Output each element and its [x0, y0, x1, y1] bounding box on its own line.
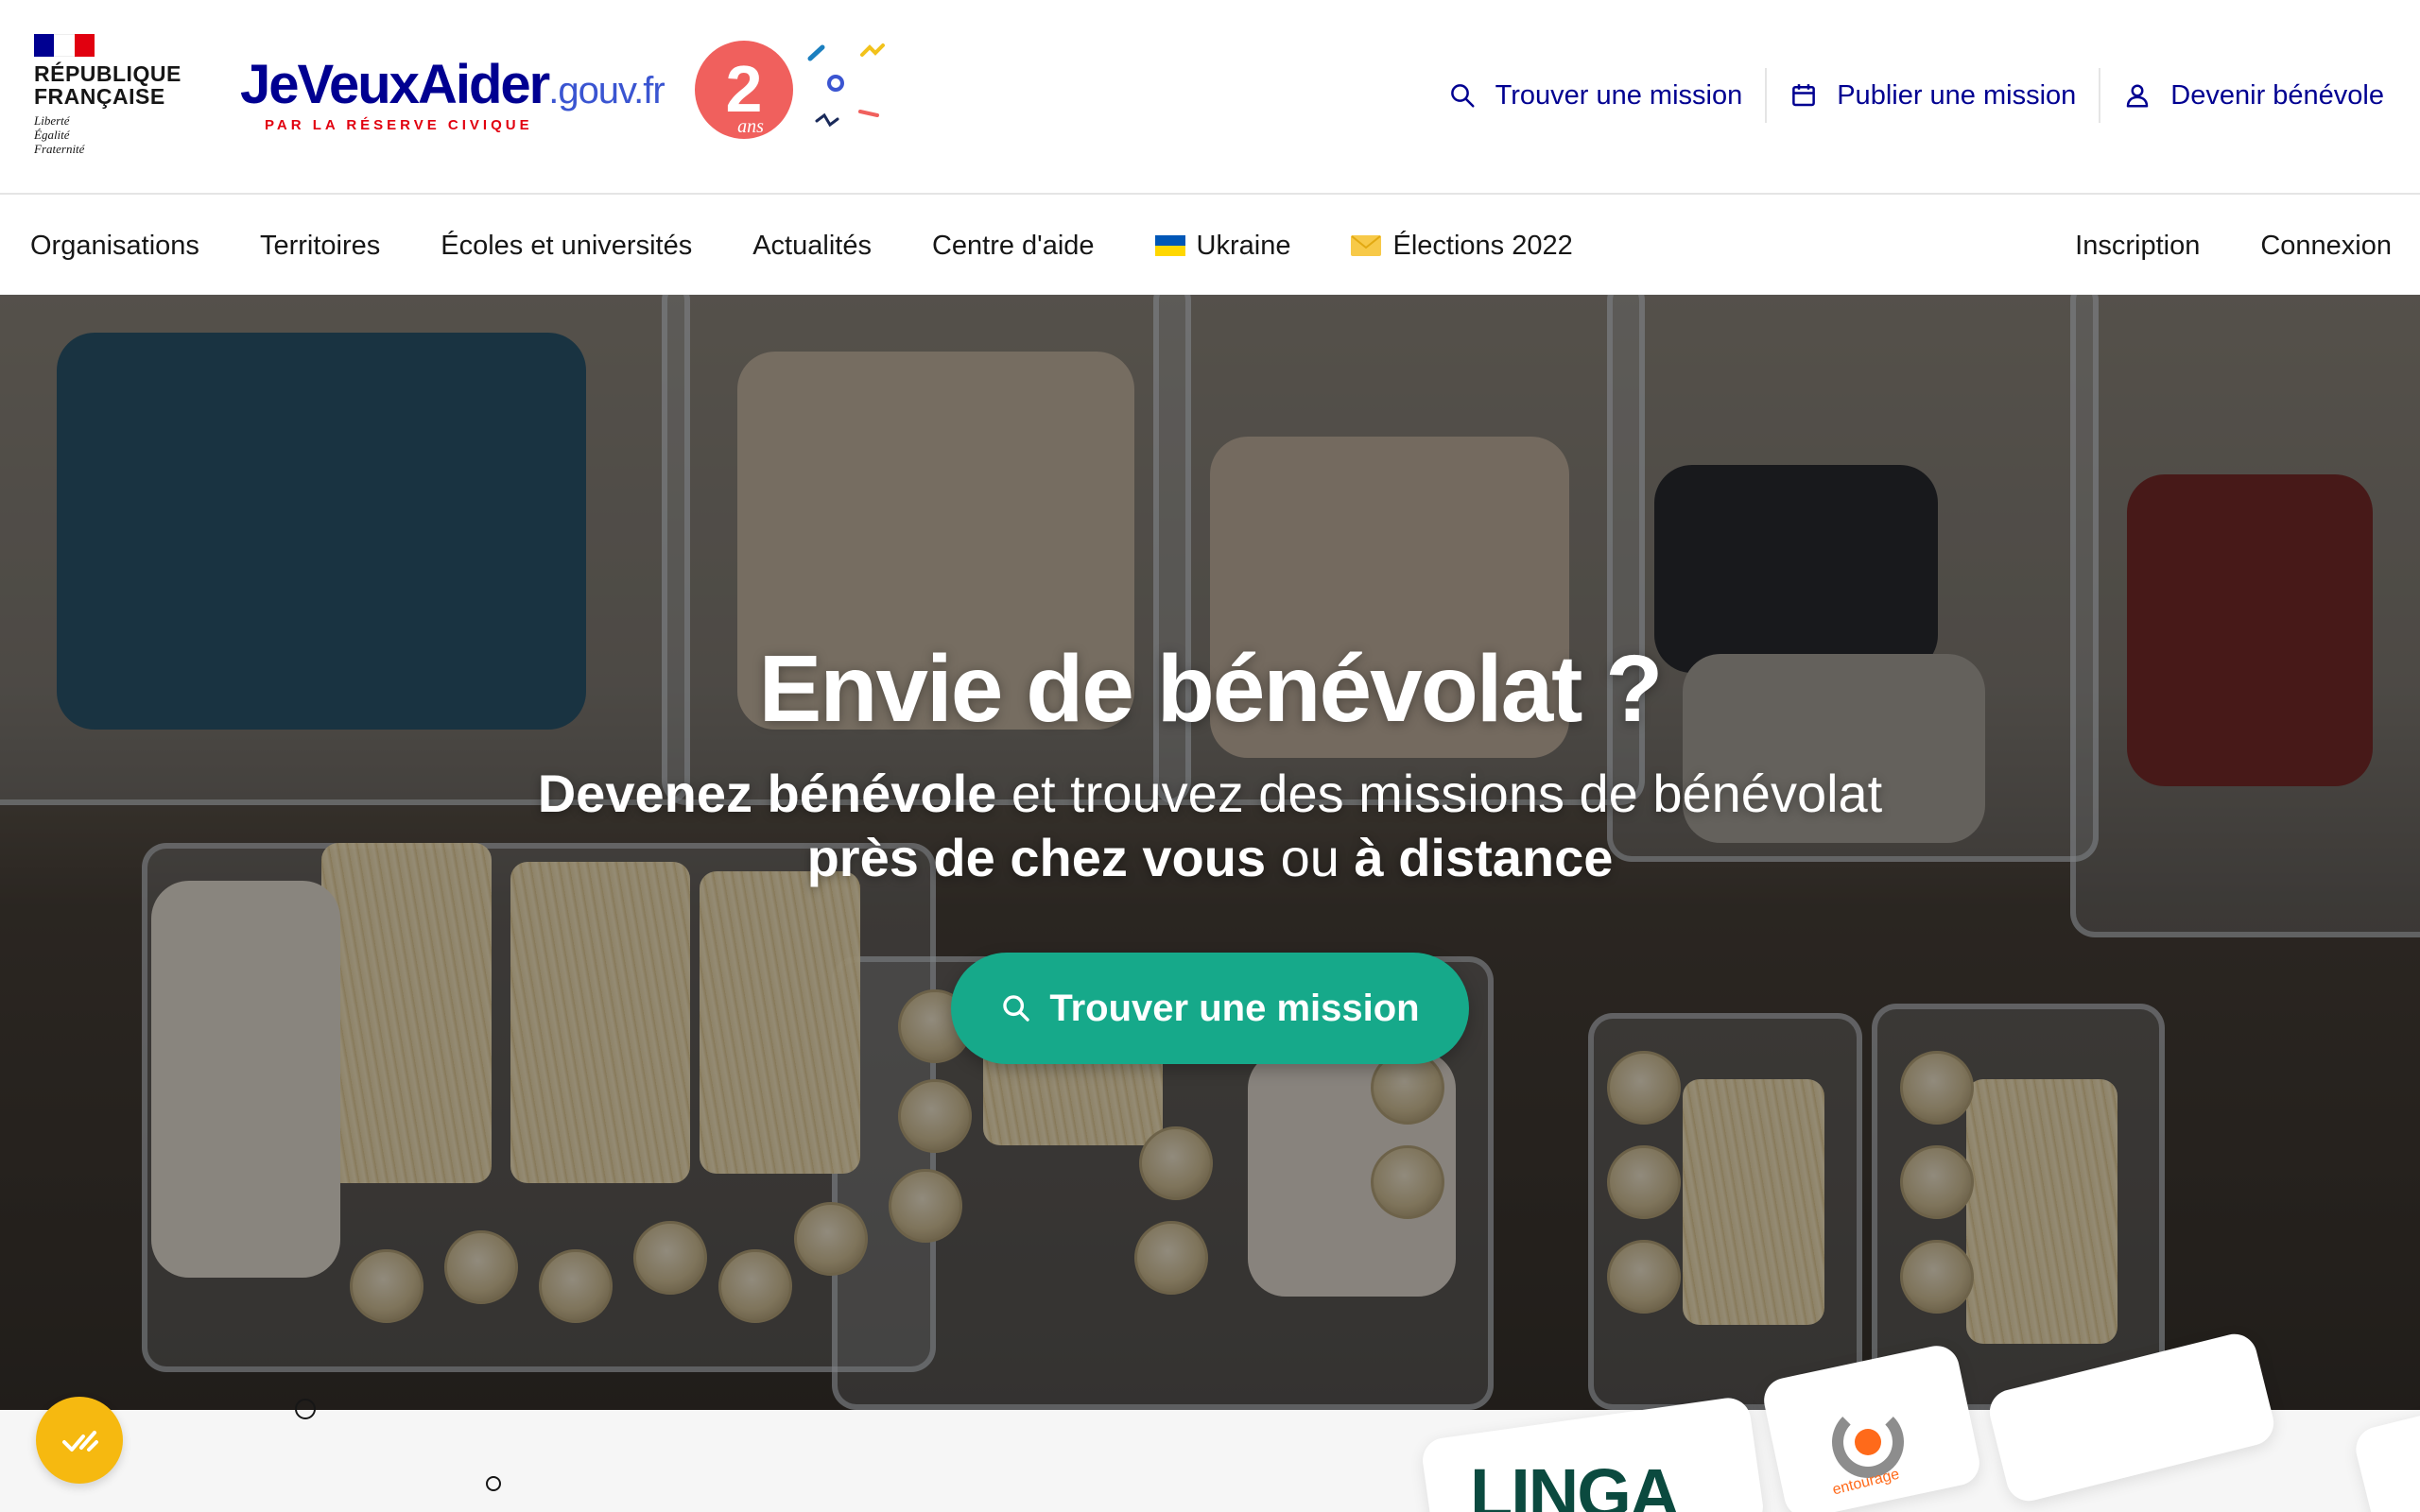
motto-fraternite: Fraternité	[34, 142, 85, 156]
quicklink-publish-mission[interactable]: Publier une mission	[1765, 68, 2099, 123]
partner-logo-linga: LINGA	[1470, 1454, 1680, 1512]
auth-links: Inscription Connexion	[2075, 197, 2392, 295]
hero-subtitle: Devenez bénévole et trouvez des missions…	[0, 762, 2420, 890]
quicklink-become-volunteer[interactable]: Devenir bénévole	[2099, 68, 2384, 123]
hero-content: Envie de bénévolat ? Devenez bénévole et…	[0, 295, 2420, 1410]
nav-menu: Organisations Territoires Écoles et univ…	[30, 197, 1573, 295]
accessibility-check-icon	[62, 1431, 98, 1452]
envelope-icon	[1351, 235, 1382, 256]
hero-subtitle-bold-1: Devenez bénévole	[537, 764, 997, 823]
nav-item-territoires[interactable]: Territoires	[260, 231, 380, 262]
entourage-logo-dot	[1855, 1429, 1881, 1455]
nav-item-organisations[interactable]: Organisations	[30, 231, 199, 262]
jeveuxaider-logo[interactable]: JeVeuxAider.gouv.fr PAR LA RÉSERVE CIVIQ…	[240, 54, 666, 134]
calendar-icon	[1792, 84, 1816, 107]
find-mission-button-label: Trouver une mission	[1049, 987, 1420, 1029]
french-flag-icon	[34, 34, 95, 57]
find-mission-button[interactable]: Trouver une mission	[951, 953, 1469, 1064]
hero-section: Envie de bénévolat ? Devenez bénévole et…	[0, 295, 2420, 1410]
republic-line-1: RÉPUBLIQUE	[34, 61, 182, 86]
quicklink-become-volunteer-label: Devenir bénévole	[2170, 79, 2384, 111]
hero-subtitle-bold-3: à distance	[1354, 828, 1614, 887]
nav-item-elections-2022-label: Élections 2022	[1392, 230, 1573, 261]
nav-item-ukraine[interactable]: Ukraine	[1154, 230, 1291, 262]
main-navigation: Organisations Territoires Écoles et univ…	[0, 197, 2420, 295]
motto-egalite: Égalité	[34, 128, 70, 142]
ukraine-flag-icon	[1154, 235, 1185, 256]
quick-links: Trouver une mission Publier une mission …	[1426, 68, 2384, 123]
nav-item-elections-2022[interactable]: Élections 2022	[1351, 230, 1573, 262]
site-header: RÉPUBLIQUE FRANÇAISE Liberté Égalité Fra…	[0, 0, 2420, 195]
anniversary-word: ans	[737, 116, 764, 137]
motto-liberte: Liberté	[34, 113, 70, 128]
decorative-circle	[486, 1476, 501, 1491]
hero-title: Envie de bénévolat ?	[758, 636, 1664, 742]
brand-name-main: JeVeuxAider	[240, 54, 550, 115]
quicklink-publish-mission-label: Publier une mission	[1837, 79, 2077, 111]
republic-line-2: FRANÇAISE	[34, 84, 165, 109]
signup-link[interactable]: Inscription	[2075, 231, 2200, 262]
hero-subtitle-text-2: ou	[1266, 828, 1355, 887]
quicklink-find-mission[interactable]: Trouver une mission	[1426, 68, 1766, 123]
brand-name: JeVeuxAider.gouv.fr	[240, 54, 666, 121]
anniversary-badge-icon: 2 ans	[695, 41, 885, 139]
user-icon	[2127, 84, 2149, 108]
republique-francaise-logo[interactable]: RÉPUBLIQUE FRANÇAISE Liberté Égalité Fra…	[34, 34, 195, 156]
nav-item-actualites[interactable]: Actualités	[752, 231, 872, 262]
login-link[interactable]: Connexion	[2260, 231, 2392, 262]
nav-item-ukraine-label: Ukraine	[1196, 230, 1291, 261]
brand-name-suffix: .gouv.fr	[548, 70, 665, 112]
search-icon	[1450, 84, 1475, 108]
motto: Liberté Égalité Fraternité	[34, 113, 195, 156]
hero-subtitle-text-1: et trouvez des missions de bénévolat	[996, 764, 1883, 823]
anniversary-number: 2	[726, 52, 763, 126]
accessibility-button[interactable]	[36, 1397, 123, 1484]
hero-subtitle-bold-2: près de chez vous	[806, 828, 1267, 887]
decorative-circle	[295, 1399, 316, 1419]
quicklink-find-mission-label: Trouver une mission	[1495, 79, 1743, 111]
nav-item-ecoles-universites[interactable]: Écoles et universités	[441, 231, 692, 262]
search-icon	[1003, 995, 1030, 1022]
nav-item-centre-aide[interactable]: Centre d'aide	[932, 231, 1095, 262]
